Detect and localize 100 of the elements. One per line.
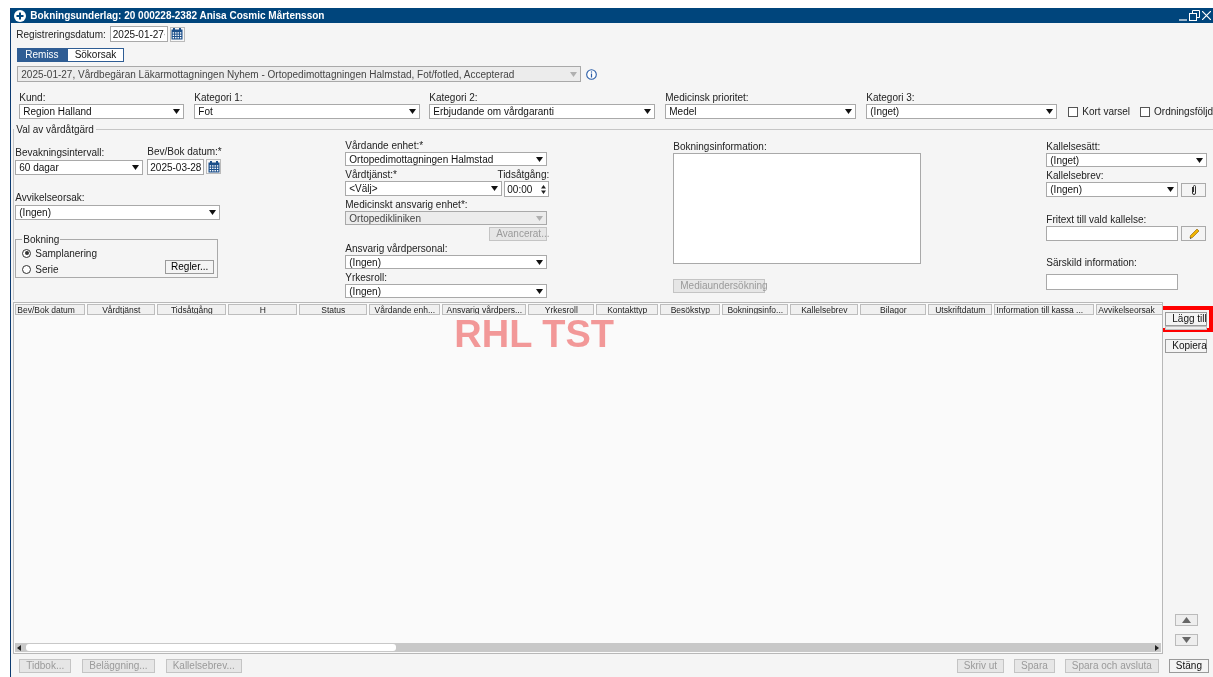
input-field[interactable]: [1046, 274, 1179, 291]
caret-icon: [409, 109, 417, 115]
calendar-button[interactable]: [206, 159, 222, 175]
dropdown[interactable]: (Ingen): [15, 205, 221, 221]
scroll-left-icon[interactable]: [15, 643, 24, 652]
radio-label: Samplanering: [35, 246, 97, 261]
info-icon[interactable]: [586, 68, 598, 80]
field-label: Registreringsdatum:: [16, 28, 106, 40]
window-title: Bokningsunderlag: 20 000228-2382 Anisa Cosmic Mårtensson: [30, 9, 325, 24]
caret-icon: [536, 156, 544, 162]
field-label: Kategori 1:: [194, 92, 244, 104]
input-field[interactable]: [1046, 226, 1179, 242]
field-label: Ansvarig vårdpersonal:: [345, 243, 449, 255]
caret-icon: [173, 109, 181, 115]
column-header[interactable]: Bilagor: [860, 304, 927, 316]
calendar-button[interactable]: [169, 26, 185, 42]
field-label: Medicinskt ansvarig enhet*:: [345, 199, 469, 211]
column-header[interactable]: Status: [299, 304, 368, 316]
close-icon[interactable]: [1202, 11, 1211, 21]
attach-button[interactable]: [1181, 182, 1207, 197]
caret-icon: [491, 186, 499, 192]
field-label: Bevakningsintervall:: [15, 147, 106, 159]
caret-icon: [845, 109, 853, 115]
field-label: Yrkesroll:: [345, 272, 388, 284]
radio-label: Serie: [35, 262, 59, 277]
down-arrow-icon: [1181, 637, 1191, 644]
tab[interactable]: Sökorsak: [66, 48, 125, 63]
spinner-field[interactable]: 00:00: [504, 181, 550, 198]
column-header[interactable]: Utskriftdatum: [928, 304, 993, 316]
scrollbar-thumb[interactable]: [26, 644, 397, 652]
field-label: Kategori 3:: [866, 92, 916, 104]
caret-icon: [1046, 109, 1054, 115]
dropdown[interactable]: 60 dagar: [15, 160, 144, 176]
checkbox[interactable]: [1140, 106, 1151, 117]
field-label: Fritext till vald kallelse:: [1046, 214, 1148, 226]
column-header[interactable]: Bokningsinfo...: [722, 304, 789, 316]
spinner-field[interactable]: 2025-03-28: [147, 159, 205, 176]
caret-icon: [132, 165, 140, 171]
caret-icon: [1167, 187, 1175, 193]
radio-button[interactable]: [22, 264, 32, 274]
dropdown[interactable]: Medel: [665, 104, 857, 120]
field-label: Vårdande enhet:*: [345, 140, 425, 152]
field-label: Kategori 2:: [429, 92, 479, 104]
hidden-button[interactable]: [1165, 326, 1208, 331]
caret-icon: [536, 215, 544, 221]
button[interactable]: Lägg till: [1165, 312, 1208, 327]
checkbox-label: Kort varsel: [1082, 105, 1131, 120]
edit-button[interactable]: [1181, 226, 1207, 242]
dropdown[interactable]: <Välj>: [345, 181, 503, 197]
move-up-button[interactable]: [1174, 614, 1198, 627]
column-header[interactable]: H: [228, 304, 298, 316]
column-header[interactable]: Vårdande enh...: [369, 304, 441, 316]
move-down-button[interactable]: [1174, 634, 1198, 647]
button[interactable]: Kopiera: [1165, 339, 1208, 354]
paperclip-icon: [1190, 184, 1197, 195]
checkbox[interactable]: [1068, 106, 1079, 117]
field-label: Bokningsinformation:: [673, 141, 768, 153]
spinner-field[interactable]: 2025-01-27: [109, 26, 168, 43]
column-header[interactable]: Avvikelseorsak: [1096, 304, 1163, 316]
field-label: Tidsåtgång:: [497, 169, 550, 181]
dropdown[interactable]: Fot: [194, 104, 421, 120]
checkbox-label: Ordningsföljd: [1154, 105, 1213, 120]
field-label: Kallelsebrev:: [1046, 170, 1105, 182]
column-header[interactable]: Vårdtjänst: [87, 304, 156, 316]
field-label: Avvikelseorsak:: [15, 192, 86, 204]
column-header[interactable]: Kontakttyp: [596, 304, 659, 316]
radio-button[interactable]: [22, 248, 32, 258]
dropdown[interactable]: (Inget): [1046, 153, 1208, 168]
environment-label: RHL TST: [454, 318, 615, 351]
field-label: Kallelsesätt:: [1046, 141, 1102, 153]
caret-icon: [570, 71, 578, 77]
caret-icon: [644, 109, 652, 115]
column-header[interactable]: Besökstyp: [660, 304, 721, 316]
dropdown[interactable]: Region Halland: [19, 104, 185, 120]
dropdown[interactable]: (Ingen): [1046, 182, 1179, 198]
calendar-icon: [207, 160, 220, 173]
field-label: Medicinsk prioritet:: [665, 92, 750, 104]
dropdown[interactable]: (Inget): [866, 104, 1058, 120]
column-header[interactable]: Bev/Bok datum: [15, 304, 86, 316]
dropdown[interactable]: (Ingen): [345, 255, 548, 270]
tab[interactable]: Remiss: [17, 48, 67, 63]
rules-button[interactable]: Regler...: [165, 260, 215, 275]
column-header[interactable]: Kallelsebrev: [790, 304, 859, 316]
restore-icon[interactable]: [1189, 10, 1200, 22]
column-header[interactable]: Information till kassa ...: [994, 304, 1095, 316]
column-header[interactable]: Tidsåtgång: [157, 304, 227, 316]
caret-icon: [1196, 157, 1204, 163]
dropdown[interactable]: Erbjudande om vårdgaranti: [429, 104, 656, 120]
field-label: Kund:: [19, 92, 47, 104]
button[interactable]: Stäng: [1168, 658, 1209, 673]
caret-icon: [536, 259, 544, 265]
dropdown[interactable]: (Ingen): [345, 284, 548, 299]
caret-icon: [536, 288, 544, 294]
field-label: Särskild information:: [1046, 257, 1138, 269]
horizontal-scrollbar[interactable]: [15, 643, 1162, 653]
dropdown[interactable]: Ortopedimottagningen Halmstad: [345, 152, 548, 167]
caret-icon: [209, 210, 217, 216]
column-header[interactable]: Ansvarig vårdpers...: [442, 304, 527, 316]
column-header[interactable]: Yrkesroll: [528, 304, 595, 316]
field-label: Bev/Bok datum:*: [147, 146, 222, 158]
